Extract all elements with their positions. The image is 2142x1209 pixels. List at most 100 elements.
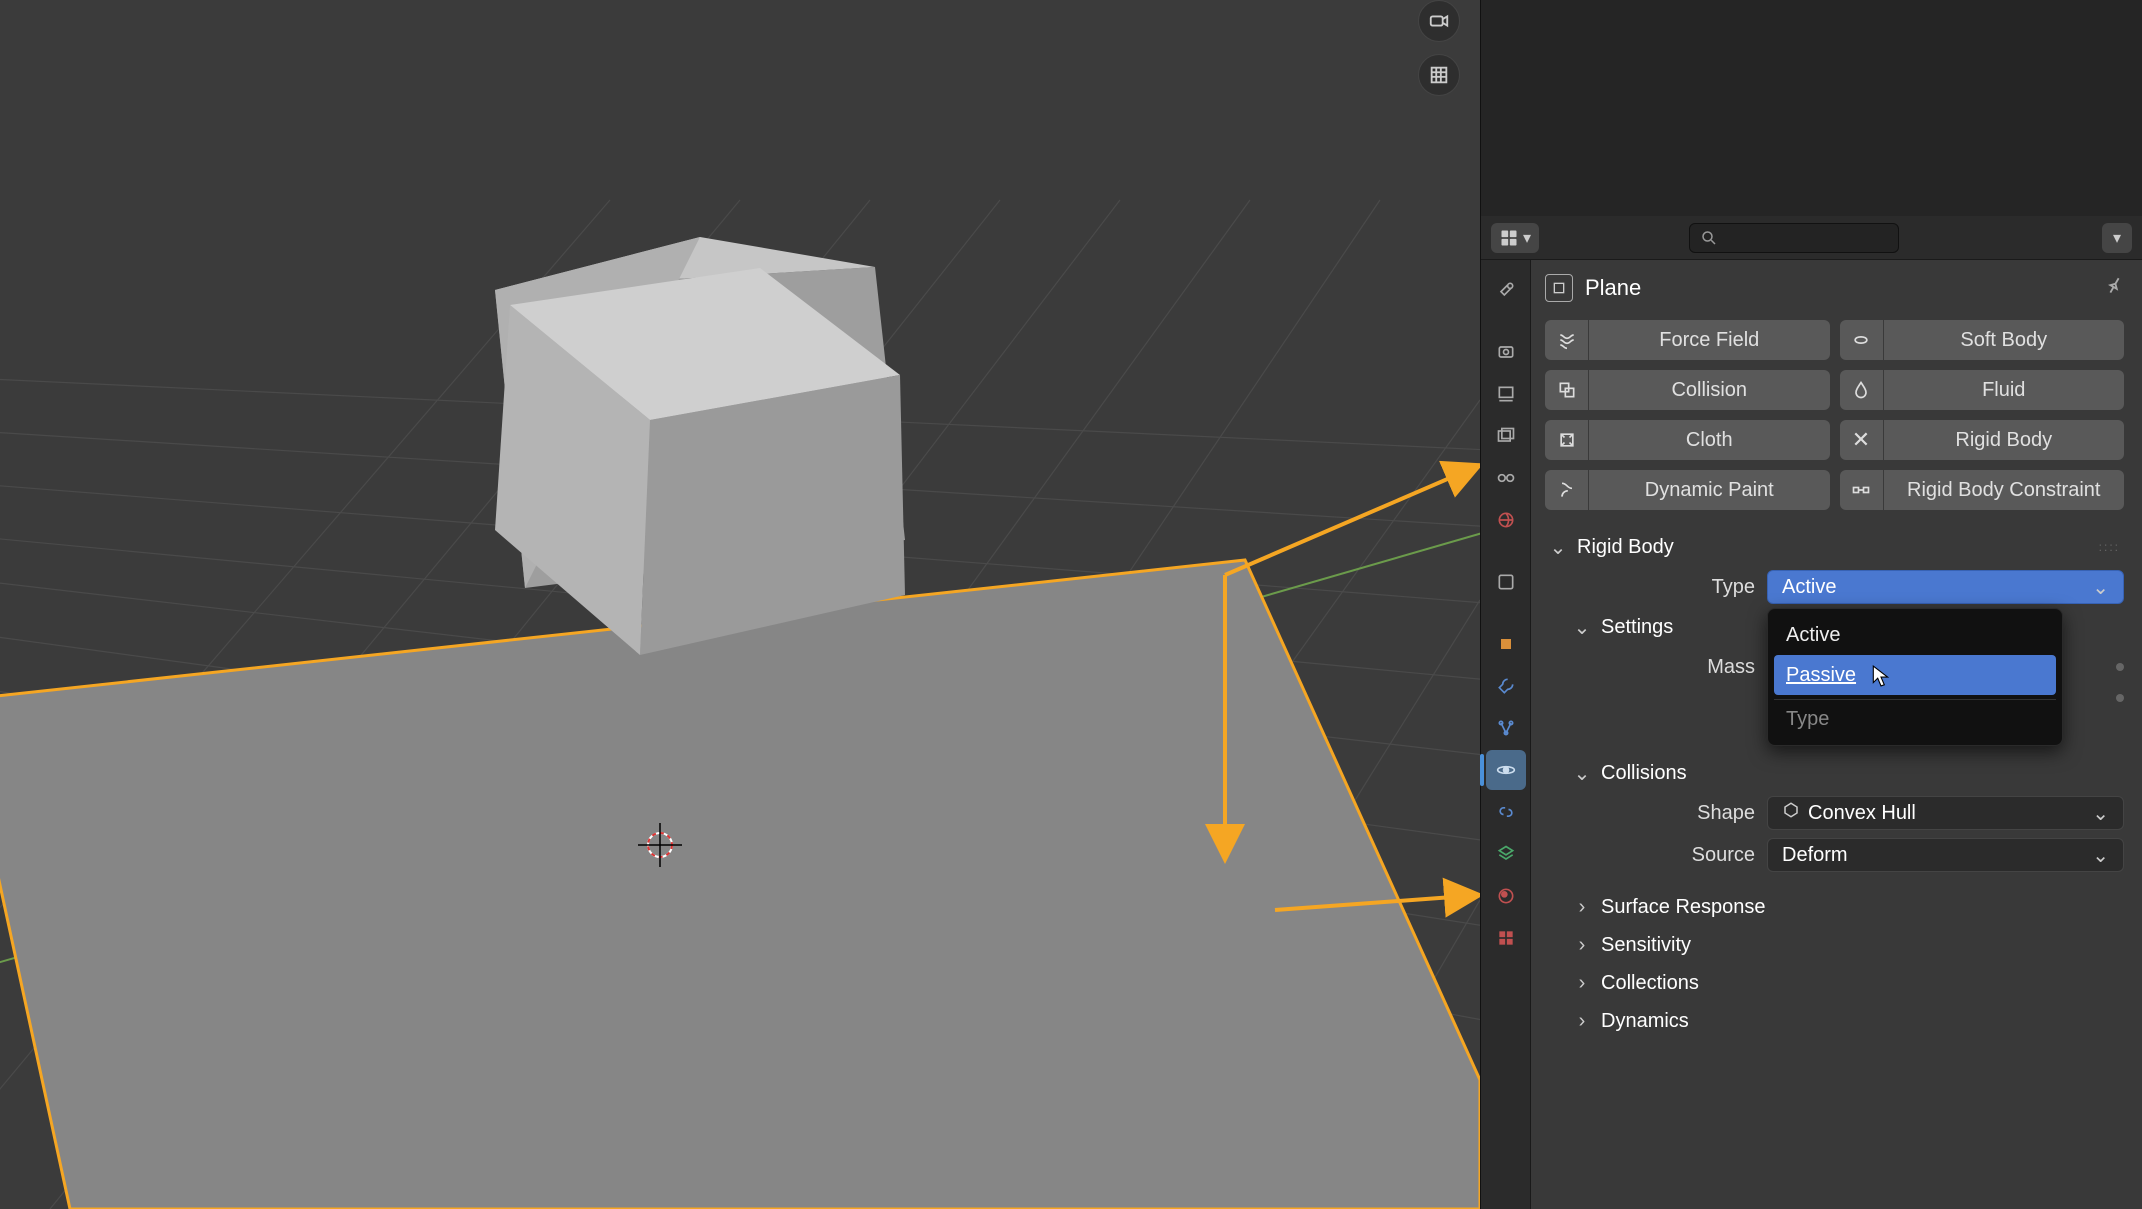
shape-select[interactable]: Convex Hull ⌄	[1767, 796, 2124, 830]
cloth-icon	[1545, 420, 1589, 460]
type-dropdown: Active Passive Type	[1767, 608, 2063, 746]
dynamic-paint-icon	[1545, 470, 1589, 510]
properties-content: Plane Force Field Soft Body Collision Fl…	[1531, 260, 2142, 1209]
mesh-icon	[1782, 801, 1800, 825]
tab-data[interactable]	[1486, 834, 1526, 874]
top-empty-panel	[1480, 0, 2142, 216]
chevron-right-icon: ›	[1573, 934, 1591, 957]
panel-grip-icon: ::::	[2099, 540, 2120, 554]
dropdown-footer-label: Type	[1786, 708, 1829, 731]
tab-output[interactable]	[1486, 374, 1526, 414]
physics-soft-body[interactable]: Soft Body	[1840, 320, 2125, 360]
camera-view-button[interactable]	[1418, 0, 1460, 42]
physics-rigid-body-constraint[interactable]: Rigid Body Constraint	[1840, 470, 2125, 510]
panel-rigid-body-header[interactable]: ⌄ Rigid Body ::::	[1545, 528, 2124, 566]
source-select[interactable]: Deform ⌄	[1767, 838, 2124, 872]
properties-panel: ▾ ▾ Plane	[1480, 216, 2142, 1209]
panel-title: Rigid Body	[1577, 536, 1674, 559]
panel-title: Surface Response	[1601, 896, 1766, 919]
chevron-down-icon: ⌄	[1573, 761, 1591, 786]
dropdown-item-label: Active	[1786, 624, 1840, 647]
mass-label: Mass	[1545, 656, 1755, 679]
viewport-3d[interactable]	[0, 0, 1480, 1209]
options-button[interactable]: ▾	[2102, 223, 2132, 253]
shape-value: Convex Hull	[1808, 802, 1916, 825]
cursor-icon	[1872, 665, 1890, 687]
source-label: Source	[1545, 844, 1755, 867]
force-field-icon	[1545, 320, 1589, 360]
panel-title: Sensitivity	[1601, 934, 1691, 957]
tab-texture[interactable]	[1486, 918, 1526, 958]
physics-label: Dynamic Paint	[1589, 479, 1830, 502]
panel-collections-header[interactable]: › Collections	[1545, 964, 2124, 1002]
perspective-toggle-button[interactable]	[1418, 54, 1460, 96]
keyframe-dot[interactable]	[2116, 663, 2124, 671]
properties-tab-strip	[1481, 260, 1531, 1209]
field-source-row: Source Deform ⌄	[1545, 834, 2124, 876]
physics-collision[interactable]: Collision	[1545, 370, 1830, 410]
properties-search[interactable]	[1689, 223, 1899, 253]
panel-title: Collisions	[1601, 762, 1687, 785]
chevron-down-icon: ⌄	[2092, 575, 2109, 600]
tab-object[interactable]	[1486, 624, 1526, 664]
physics-label: Rigid Body	[1884, 429, 2125, 452]
type-select[interactable]: Active ⌄	[1767, 570, 2124, 604]
panel-title: Settings	[1601, 616, 1673, 639]
tab-viewlayer[interactable]	[1486, 416, 1526, 456]
physics-type-grid: Force Field Soft Body Collision Fluid Cl…	[1545, 320, 2124, 510]
object-name[interactable]: Plane	[1585, 275, 1641, 301]
chevron-right-icon: ›	[1573, 972, 1591, 995]
physics-cloth[interactable]: Cloth	[1545, 420, 1830, 460]
tab-tool[interactable]	[1486, 270, 1526, 310]
viewport-gizmo-column	[1418, 0, 1460, 96]
type-value: Active	[1782, 576, 1836, 599]
source-value: Deform	[1782, 844, 1848, 867]
tab-render[interactable]	[1486, 332, 1526, 372]
physics-label: Rigid Body Constraint	[1884, 479, 2125, 502]
panel-collisions-header[interactable]: ⌄ Collisions	[1545, 754, 2124, 792]
panel-title: Dynamics	[1601, 1010, 1689, 1033]
pin-button[interactable]	[2096, 270, 2129, 305]
chevron-down-icon: ⌄	[2092, 801, 2109, 826]
tab-particle[interactable]	[1486, 708, 1526, 748]
chevron-down-icon: ⌄	[2092, 843, 2109, 868]
physics-label: Cloth	[1589, 429, 1830, 452]
search-icon	[1700, 229, 1718, 247]
type-label: Type	[1545, 576, 1755, 599]
shape-label: Shape	[1545, 802, 1755, 825]
properties-header: ▾ ▾	[1481, 216, 2142, 260]
tab-scene[interactable]	[1486, 458, 1526, 498]
physics-label: Fluid	[1884, 379, 2125, 402]
object-icon	[1545, 274, 1573, 302]
rigid-body-remove-icon: ✕	[1840, 420, 1884, 460]
dropdown-item-passive[interactable]: Passive	[1774, 655, 2056, 695]
viewport-scene	[0, 0, 1480, 1209]
tab-modifier[interactable]	[1486, 666, 1526, 706]
physics-label: Force Field	[1589, 329, 1830, 352]
dropdown-item-label: Passive	[1786, 664, 1856, 687]
editor-type-selector[interactable]: ▾	[1491, 223, 1539, 253]
physics-force-field[interactable]: Force Field	[1545, 320, 1830, 360]
panel-sensitivity-header[interactable]: › Sensitivity	[1545, 926, 2124, 964]
collision-icon	[1545, 370, 1589, 410]
fluid-icon	[1840, 370, 1884, 410]
chevron-right-icon: ›	[1573, 896, 1591, 919]
tab-world[interactable]	[1486, 500, 1526, 540]
chevron-down-icon: ⌄	[1573, 615, 1591, 640]
chevron-right-icon: ›	[1573, 1010, 1591, 1033]
panel-surface-response-header[interactable]: › Surface Response	[1545, 888, 2124, 926]
chevron-down-icon: ⌄	[1549, 535, 1567, 560]
dropdown-item-active[interactable]: Active	[1774, 615, 2056, 655]
physics-label: Collision	[1589, 379, 1830, 402]
tab-collection[interactable]	[1486, 562, 1526, 602]
panel-title: Collections	[1601, 972, 1699, 995]
tab-physics[interactable]	[1486, 750, 1526, 790]
dropdown-footer: Type	[1774, 699, 2056, 739]
keyframe-dot[interactable]	[2116, 694, 2124, 702]
tab-material[interactable]	[1486, 876, 1526, 916]
physics-dynamic-paint[interactable]: Dynamic Paint	[1545, 470, 1830, 510]
panel-dynamics-header[interactable]: › Dynamics	[1545, 1002, 2124, 1040]
physics-fluid[interactable]: Fluid	[1840, 370, 2125, 410]
physics-rigid-body[interactable]: ✕ Rigid Body	[1840, 420, 2125, 460]
tab-constraint[interactable]	[1486, 792, 1526, 832]
